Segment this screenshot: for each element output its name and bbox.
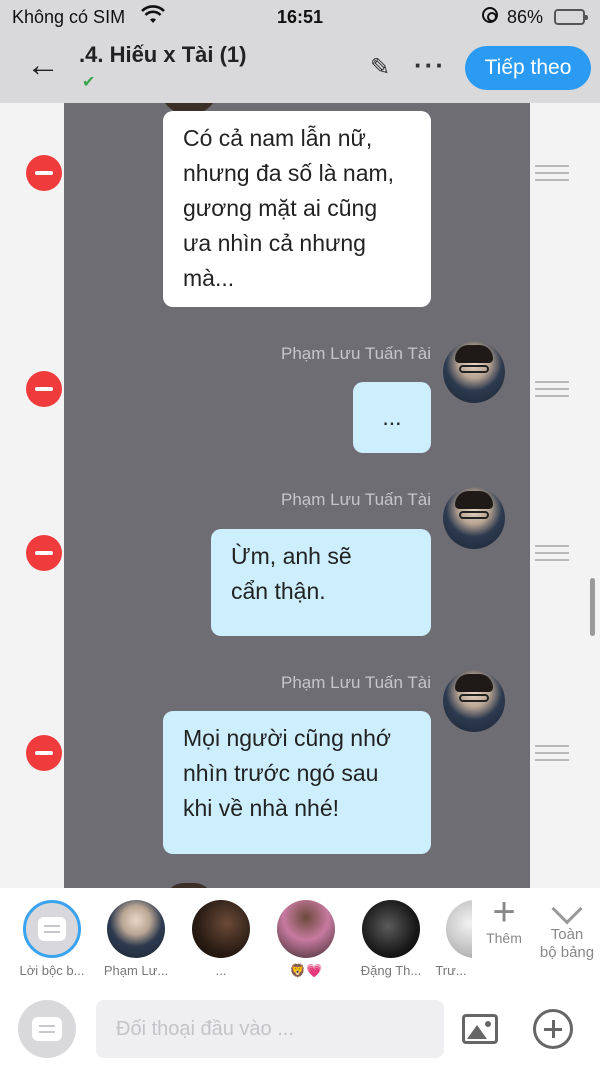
chevron-down-icon — [551, 893, 583, 925]
message-line: Mọi người cũng nhớ — [183, 725, 391, 751]
message-line: mà... — [183, 265, 235, 291]
top-bar: Không có SIM 16:51 86% ← .4. Hiếu x Tài … — [0, 0, 600, 103]
message-type-icon[interactable] — [18, 1000, 76, 1058]
character-name: Đặng Th... — [360, 963, 422, 978]
character-item[interactable]: Phạm Lư... — [96, 888, 176, 978]
chat-editor: Có cả nam lẫn nữ, nhưng đa số là nam, gư… — [0, 103, 600, 888]
character-item[interactable]: ... — [181, 888, 261, 978]
more-icon[interactable]: ··· — [414, 50, 446, 81]
message-line: nhưng đa số là nam, — [183, 160, 395, 186]
scrollbar[interactable] — [590, 578, 595, 636]
character-name: Phạm Lư... — [103, 963, 169, 978]
saved-check-icon: ✔ — [82, 74, 96, 91]
avatar — [192, 900, 250, 958]
edit-pen-icon[interactable]: ✎ — [370, 53, 390, 82]
character-name: ... — [215, 963, 227, 978]
avatar — [362, 900, 420, 958]
sender-name: Phạm Lưu Tuấn Tài — [281, 490, 431, 509]
drag-handle-icon[interactable] — [535, 381, 569, 397]
avatar — [446, 900, 472, 958]
drag-handle-icon[interactable] — [535, 545, 569, 561]
add-character-label: Thêm — [486, 930, 522, 946]
avatar — [107, 900, 165, 958]
message-line: khi về nhà nhé! — [183, 795, 340, 821]
message-bubble[interactable]: Ừm, anh sẽ cẩn thận. — [211, 529, 431, 636]
remove-message-button[interactable] — [26, 371, 62, 407]
input-bar: Đối thoại đầu vào ... — [0, 984, 600, 1067]
message-icon — [23, 900, 81, 958]
drag-handle-icon[interactable] — [535, 165, 569, 181]
remove-message-button[interactable] — [26, 535, 62, 571]
add-character-button[interactable]: + Thêm — [478, 888, 530, 946]
avatar — [443, 670, 505, 732]
status-bar: Không có SIM 16:51 86% — [0, 0, 600, 34]
show-all-button[interactable]: Toàn bộ bảng — [534, 888, 600, 962]
character-selector: Lời bộc b... Phạm Lư... ... 🦁💗 Đặng Th..… — [0, 888, 600, 984]
battery-percent: 86% — [507, 7, 544, 27]
show-all-label: bộ bảng — [539, 944, 595, 961]
message-line: cẩn thận. — [231, 578, 326, 604]
message-line: Có cả nam lẫn nữ, — [183, 125, 373, 151]
message-line: Ừm, anh sẽ — [231, 543, 352, 569]
sender-name: Phạm Lưu Tuấn Tài — [281, 344, 431, 363]
character-name: 🦁💗 — [289, 963, 323, 978]
back-arrow-icon[interactable]: ← — [26, 48, 60, 82]
sender-name: Phạm Lưu Tuấn Tài — [281, 673, 431, 692]
message-line: gương mặt ai cũng — [183, 195, 378, 221]
remove-message-button[interactable] — [26, 155, 62, 191]
add-circle-icon[interactable] — [533, 1009, 573, 1049]
dialogue-input[interactable]: Đối thoại đầu vào ... — [96, 1000, 444, 1058]
message-bubble[interactable]: Ừm, anh sẽ ... — [353, 382, 431, 453]
next-button[interactable]: Tiếp theo — [465, 46, 591, 90]
message-line: nhìn trước ngó sau — [183, 760, 379, 786]
battery-icon — [554, 9, 588, 25]
rotation-lock-icon — [482, 7, 498, 23]
avatar — [443, 487, 505, 549]
message-bubble[interactable]: Có cả nam lẫn nữ, nhưng đa số là nam, gư… — [163, 111, 431, 307]
image-icon[interactable] — [462, 1014, 498, 1044]
character-item[interactable]: Trư... — [430, 888, 472, 978]
message-line: ... — [382, 404, 402, 430]
character-item[interactable]: Đặng Th... — [351, 888, 431, 978]
message-bubble[interactable]: Mọi người cũng nhớ nhìn trước ngó sau kh… — [163, 711, 431, 854]
character-narrator[interactable]: Lời bộc b... — [12, 888, 92, 978]
character-name: Lời bộc b... — [19, 963, 85, 978]
character-item[interactable]: 🦁💗 — [266, 888, 346, 979]
avatar — [277, 900, 335, 958]
avatar — [443, 341, 505, 403]
plus-icon: + — [492, 890, 516, 934]
message-line: ưa nhìn cả nhưng — [183, 230, 366, 256]
page-title: .4. Hiếu x Tài (1) — [79, 42, 247, 67]
drag-handle-icon[interactable] — [535, 745, 569, 761]
character-name: Trư... — [435, 963, 467, 978]
show-all-label: Toàn — [550, 926, 584, 943]
remove-message-button[interactable] — [26, 735, 62, 771]
